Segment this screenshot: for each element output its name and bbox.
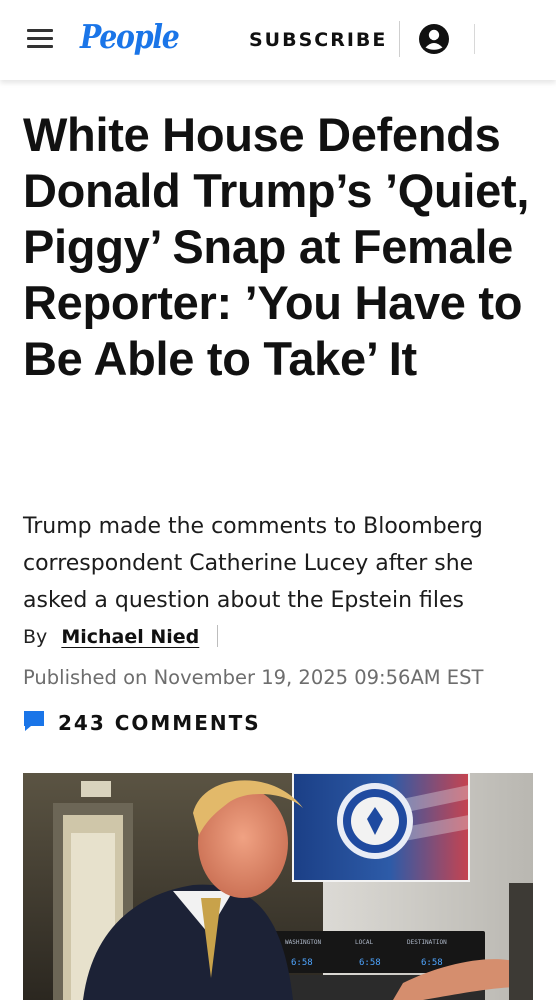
header-divider: [399, 21, 400, 57]
panel-label: WASHINGTON: [285, 939, 322, 946]
site-header: People SUBSCRIBE: [0, 0, 556, 80]
byline: By Michael Nied: [23, 622, 219, 652]
panel-readout: 6:58: [421, 958, 443, 968]
comments-count: 243 COMMENTS: [58, 711, 261, 735]
byline-prefix: By: [23, 626, 48, 648]
author-link[interactable]: Michael Nied: [61, 626, 199, 648]
byline-divider: [217, 625, 219, 647]
account-icon[interactable]: [418, 23, 450, 55]
subscribe-button[interactable]: SUBSCRIBE: [249, 27, 387, 53]
article-hero-image: WASHINGTON LOCAL DESTINATION 6:58 6:58 6…: [23, 773, 533, 1000]
panel-readout: 6:58: [359, 958, 381, 968]
panel-readout: 6:58: [291, 958, 313, 968]
header-divider: [474, 24, 475, 54]
comment-bubble-icon: [24, 711, 44, 731]
article-headline: White House Defends Donald Trump’s ’Quie…: [23, 108, 530, 385]
published-date: Published on November 19, 2025 09:56AM E…: [23, 666, 484, 689]
panel-label: DESTINATION: [407, 939, 447, 946]
site-logo[interactable]: People: [80, 17, 180, 57]
panel-label: LOCAL: [355, 939, 373, 946]
hamburger-menu-icon[interactable]: [27, 29, 53, 49]
article-subheading: Trump made the comments to Bloomberg cor…: [23, 514, 483, 613]
